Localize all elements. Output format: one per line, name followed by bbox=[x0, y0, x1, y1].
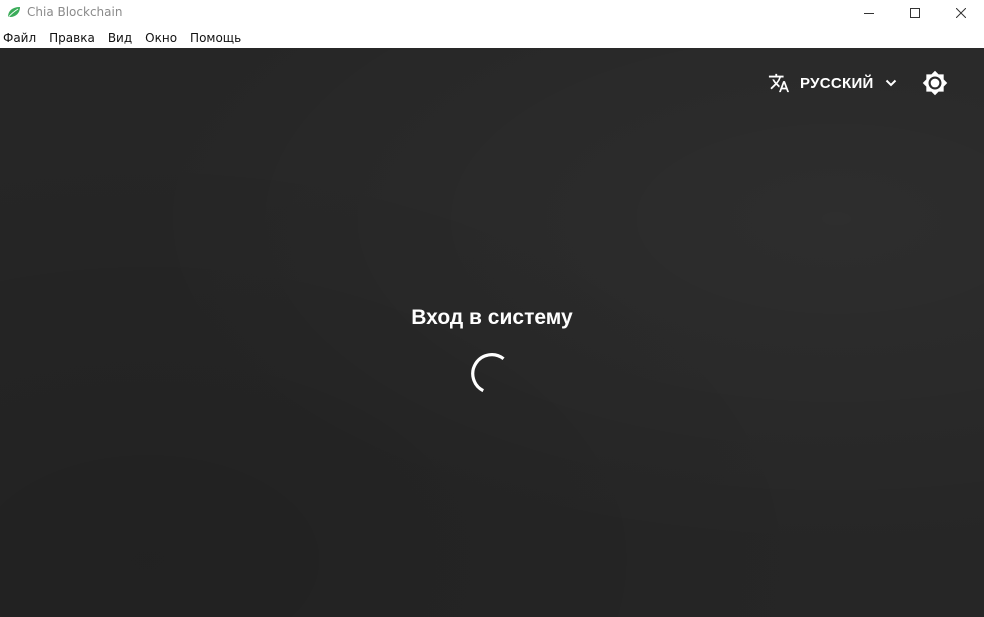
language-selector[interactable]: РУССКИЙ bbox=[768, 70, 898, 96]
window-title: Chia Blockchain bbox=[27, 5, 123, 19]
brightness-icon bbox=[922, 70, 948, 96]
title-bar: Chia Blockchain bbox=[0, 0, 984, 26]
menu-file[interactable]: Файл bbox=[3, 28, 36, 48]
language-label: РУССКИЙ bbox=[800, 74, 874, 92]
minimize-button[interactable] bbox=[846, 0, 892, 26]
menu-bar: Файл Правка Вид Окно Помощь bbox=[0, 28, 984, 48]
close-icon bbox=[956, 8, 966, 18]
main-content: РУССКИЙ Вход в систему bbox=[0, 48, 984, 617]
loading-spinner bbox=[471, 353, 505, 393]
menu-view[interactable]: Вид bbox=[108, 28, 132, 48]
menu-help[interactable]: Помощь bbox=[190, 28, 241, 48]
theme-toggle-button[interactable] bbox=[922, 70, 948, 96]
menu-edit[interactable]: Правка bbox=[49, 28, 95, 48]
close-button[interactable] bbox=[938, 0, 984, 26]
chia-leaf-icon bbox=[8, 7, 20, 18]
maximize-icon bbox=[910, 8, 920, 18]
maximize-button[interactable] bbox=[892, 0, 938, 26]
translate-icon bbox=[768, 73, 790, 93]
chevron-down-icon bbox=[885, 79, 896, 87]
minimize-icon bbox=[864, 13, 874, 14]
login-heading: Вход в систему bbox=[411, 306, 573, 329]
window-controls bbox=[846, 0, 984, 26]
menu-window[interactable]: Окно bbox=[145, 28, 177, 48]
